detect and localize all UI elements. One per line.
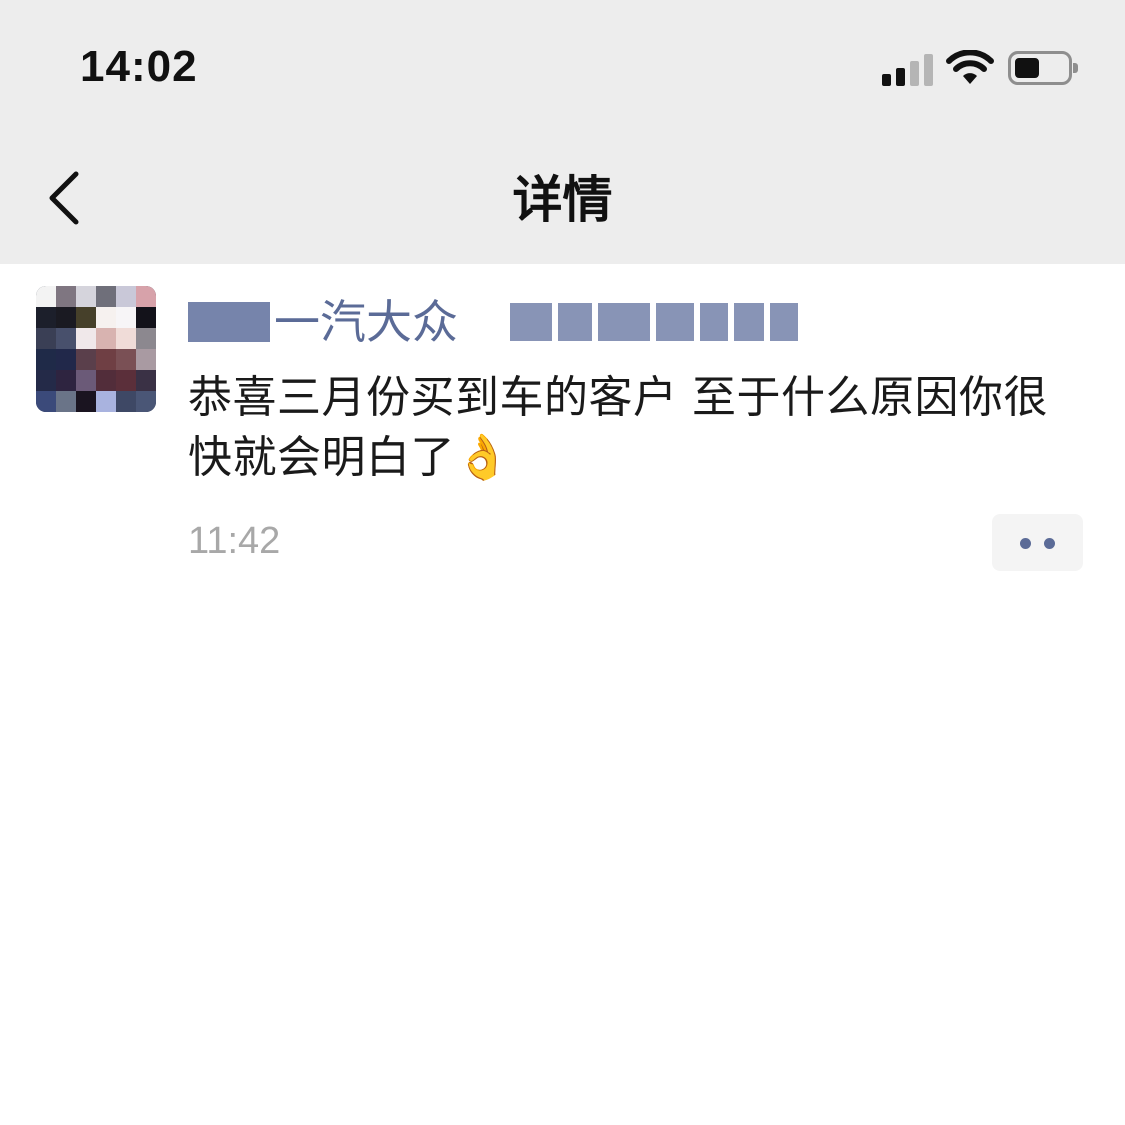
wifi-icon: [946, 50, 994, 84]
cellular-signal-icon: [882, 52, 934, 86]
post-message: 恭喜三月份买到车的客户 至于什么原因你很快就会明白了👌: [188, 372, 1048, 483]
top-bar: 14:02 详情: [0, 0, 1125, 264]
battery-icon: [1008, 51, 1078, 85]
redacted-text: [188, 302, 270, 342]
avatar[interactable]: [36, 286, 156, 412]
battery-nub: [1073, 63, 1078, 73]
battery-level: [1015, 58, 1039, 78]
status-time: 14:02: [80, 42, 198, 91]
author-name-text: 一汽大众: [274, 295, 458, 349]
redacted-text: [510, 303, 798, 341]
page-title: 详情: [512, 171, 613, 229]
post-timestamp: 11:42: [188, 520, 281, 562]
more-button[interactable]: [992, 514, 1083, 571]
author-name[interactable]: 一汽大众: [188, 296, 798, 348]
